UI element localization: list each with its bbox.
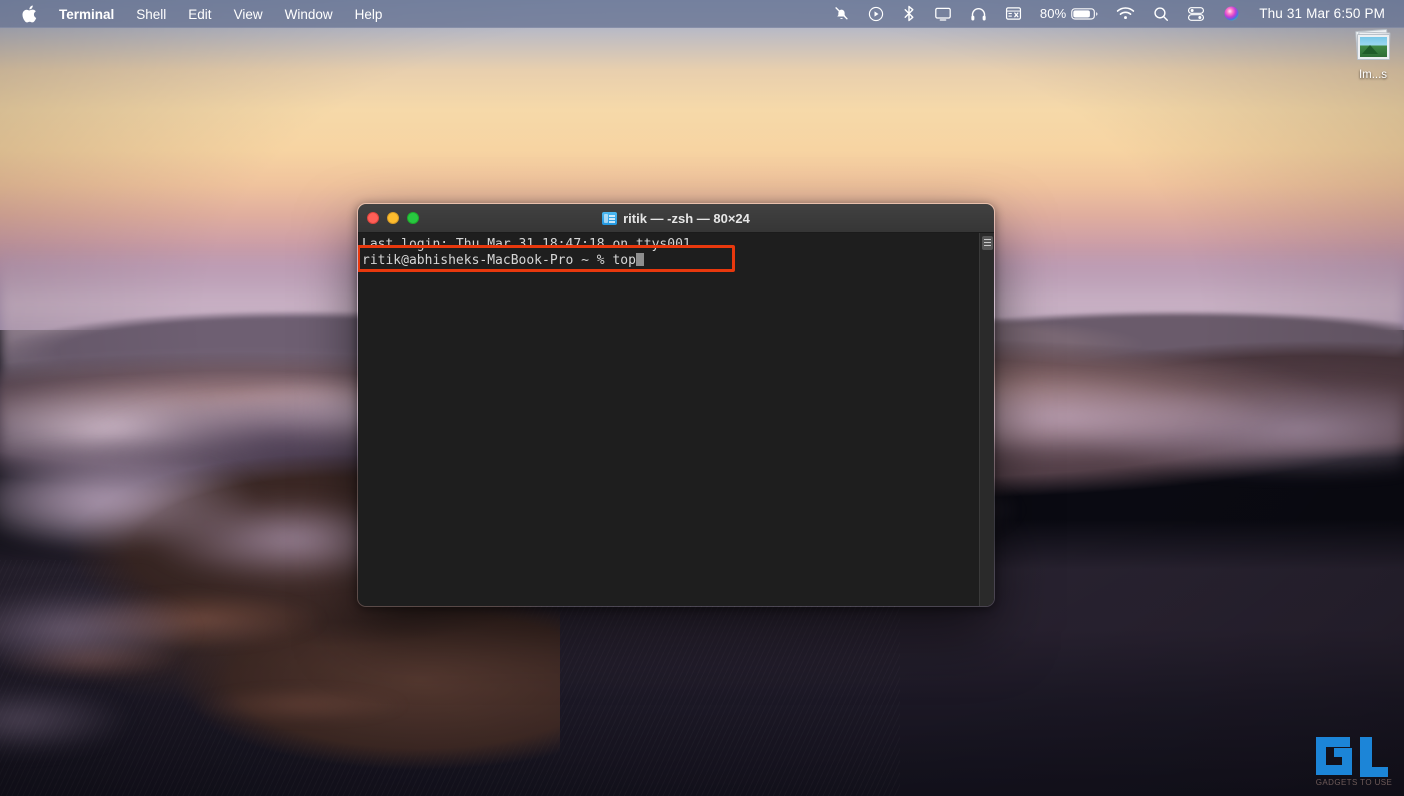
terminal-line-prompt[interactable]: ritik@abhisheks-MacBook-Pro ~ % top [360,252,994,269]
watermark-text: GADGETS TO USE [1315,778,1393,787]
terminal-title-group: ritik — -zsh — 80×24 [358,204,994,232]
desktop-icon-images[interactable]: Im...s [1343,28,1403,82]
menu-item-edit[interactable]: Edit [177,4,222,24]
close-button[interactable] [367,212,379,224]
stocks-icon[interactable] [996,3,1031,25]
images-stack-icon [1353,28,1393,64]
vertical-scrollbar[interactable] [979,233,994,606]
terminal-cursor [635,252,644,266]
menu-item-help[interactable]: Help [344,4,394,24]
search-icon[interactable] [1144,3,1178,25]
do-not-disturb-icon[interactable] [824,3,859,25]
menu-item-shell[interactable]: Shell [125,4,177,24]
watermark-logo: GADGETS TO USE [1312,733,1396,787]
wifi-icon[interactable] [1107,3,1144,25]
battery-percent-label: 80% [1039,6,1067,21]
scrollbar-thumb[interactable] [982,236,993,250]
menu-bar-status-area: 80% Thu 31 Mar 6:50 PM [824,0,1404,27]
folder-icon [602,211,618,225]
menu-item-view[interactable]: View [223,4,274,24]
menu-bar: Terminal Shell Edit View Window Help 80%… [0,0,1404,28]
headphones-icon[interactable] [961,3,996,25]
menu-bar-left: Terminal Shell Edit View Window Help [0,0,393,27]
siri-icon[interactable] [1214,3,1249,25]
maximize-button[interactable] [407,212,419,224]
menu-bar-clock[interactable]: Thu 31 Mar 6:50 PM [1249,6,1391,21]
screen-mirroring-icon[interactable] [925,3,961,25]
window-controls [367,212,419,224]
battery-icon [1071,7,1098,21]
menu-item-terminal[interactable]: Terminal [48,4,125,24]
terminal-content-area[interactable]: Last login: Thu Mar 31 18:47:18 on ttys0… [358,233,994,606]
terminal-title: ritik — -zsh — 80×24 [623,210,750,226]
play-circle-icon[interactable] [859,3,893,25]
bluetooth-icon[interactable] [893,3,925,25]
control-center-icon[interactable] [1178,3,1214,25]
battery-status[interactable]: 80% [1031,3,1107,25]
menu-item-window[interactable]: Window [274,4,344,24]
apple-logo-icon[interactable] [14,5,44,23]
terminal-title-bar[interactable]: ritik — -zsh — 80×24 [358,204,994,233]
desktop-icon-label: Im...s [1358,69,1388,81]
terminal-window[interactable]: ritik — -zsh — 80×24 Last login: Thu Mar… [357,203,995,607]
minimize-button[interactable] [387,212,399,224]
terminal-prompt-text: ritik@abhisheks-MacBook-Pro ~ % top [362,252,636,268]
terminal-line-login: Last login: Thu Mar 31 18:47:18 on ttys0… [362,237,691,252]
